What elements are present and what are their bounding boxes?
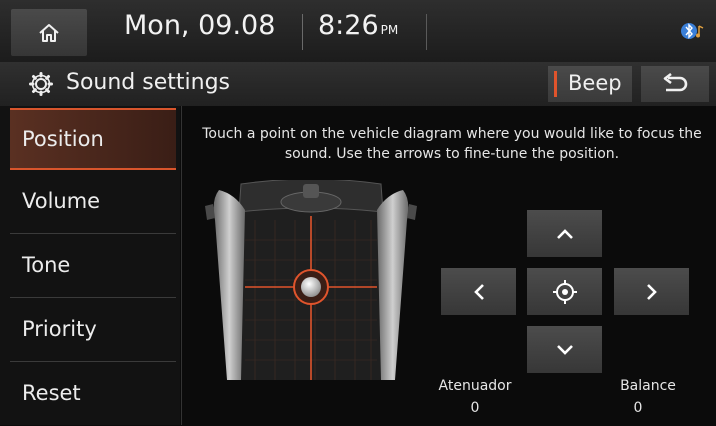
time-display: 8:26 PM bbox=[318, 10, 398, 41]
status-bar: Mon, 09.08 8:26 PM bbox=[0, 0, 716, 62]
arrow-right-button[interactable] bbox=[614, 268, 689, 315]
time-value: 8:26 bbox=[318, 10, 379, 41]
sidebar-item-label: Position bbox=[22, 127, 104, 151]
sidebar: Position Volume Tone Priority Reset bbox=[0, 106, 180, 425]
vehicle-diagram[interactable] bbox=[205, 180, 417, 382]
crosshair-icon bbox=[552, 279, 577, 304]
sidebar-item-label: Tone bbox=[22, 253, 71, 277]
beep-indicator bbox=[554, 71, 557, 97]
chevron-left-icon bbox=[473, 283, 484, 300]
page-title: Sound settings bbox=[66, 70, 231, 95]
arrow-up-button[interactable] bbox=[527, 210, 602, 257]
back-button[interactable] bbox=[641, 66, 709, 102]
time-ampm: PM bbox=[380, 23, 399, 37]
sidebar-item-position[interactable]: Position bbox=[10, 108, 176, 170]
arrow-down-button[interactable] bbox=[527, 326, 602, 373]
back-icon bbox=[663, 73, 688, 92]
title-bar: Sound settings Beep bbox=[0, 62, 716, 106]
beep-label: Beep bbox=[568, 71, 622, 95]
content-divider bbox=[181, 106, 182, 425]
fader-label: Atenuador bbox=[438, 378, 512, 394]
sidebar-item-priority[interactable]: Priority bbox=[10, 300, 176, 362]
arrow-left-button[interactable] bbox=[441, 268, 516, 315]
beep-button[interactable]: Beep bbox=[548, 66, 632, 102]
home-icon bbox=[39, 23, 59, 42]
status-divider bbox=[426, 14, 427, 50]
center-button[interactable] bbox=[527, 268, 602, 315]
home-button[interactable] bbox=[11, 9, 87, 56]
gear-icon bbox=[29, 72, 53, 96]
bluetooth-icon bbox=[681, 23, 704, 39]
sidebar-item-volume[interactable]: Volume bbox=[10, 172, 176, 234]
fader-value: 0 bbox=[470, 400, 480, 416]
sidebar-item-label: Reset bbox=[22, 381, 81, 405]
date-display: Mon, 09.08 bbox=[124, 10, 276, 41]
sidebar-item-label: Priority bbox=[22, 317, 97, 341]
balance-label: Balance bbox=[620, 378, 676, 394]
chevron-down-icon bbox=[556, 344, 573, 355]
chevron-up-icon bbox=[556, 228, 573, 239]
status-divider bbox=[302, 14, 303, 50]
chevron-right-icon bbox=[646, 283, 657, 300]
sidebar-item-reset[interactable]: Reset bbox=[10, 364, 176, 426]
sidebar-item-label: Volume bbox=[22, 189, 101, 213]
sidebar-item-tone[interactable]: Tone bbox=[10, 236, 176, 298]
balance-value: 0 bbox=[633, 400, 643, 416]
instruction-text: Touch a point on the vehicle diagram whe… bbox=[202, 126, 702, 162]
